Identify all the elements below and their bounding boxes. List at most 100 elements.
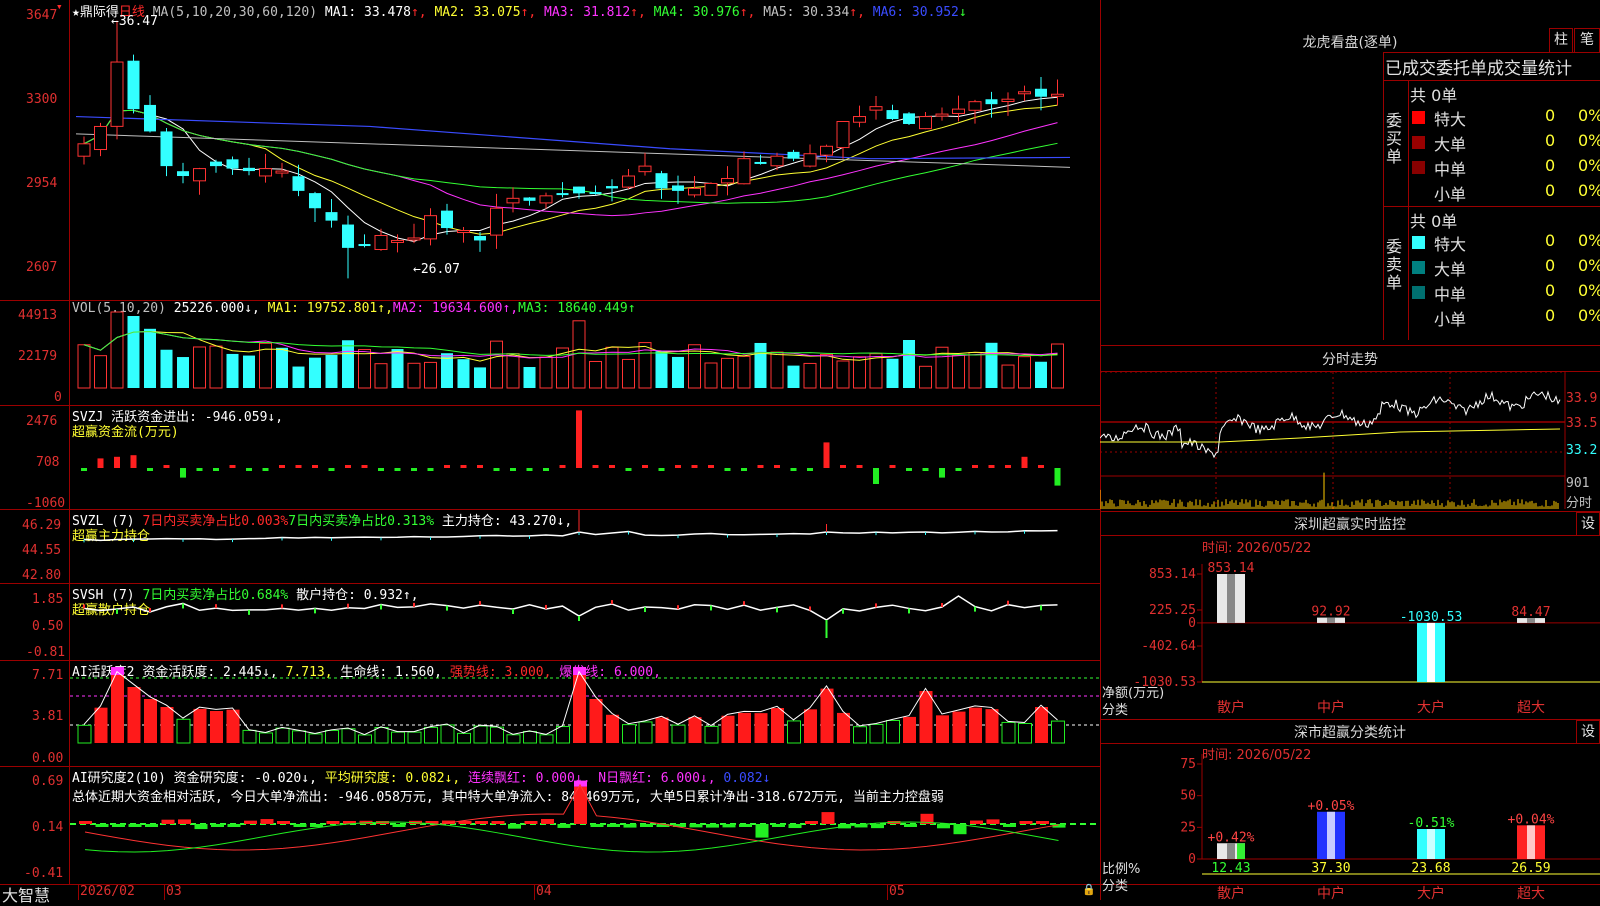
svzj-bar-down — [625, 468, 632, 471]
sz-monitor-chart[interactable]: 853.14225.250-402.64-1030.53853.14散户92.9… — [1100, 536, 1600, 718]
ai2-bar-down — [755, 824, 769, 838]
candle-up — [193, 168, 206, 182]
svzj-bar-down — [922, 468, 929, 471]
svzj-bar-down — [411, 468, 417, 471]
volume-bar-down — [457, 359, 470, 388]
lock-icon[interactable]: 🔒 — [1082, 883, 1096, 896]
ai1-chart[interactable]: ↓ — [70, 661, 1100, 766]
candle-up — [853, 116, 866, 123]
ai2-bar-down — [739, 824, 752, 827]
candle-down — [325, 212, 338, 221]
ai2-chart[interactable] — [70, 767, 1100, 884]
ai1-tick: 0.00 — [32, 751, 64, 766]
ai1-bar-cool — [176, 718, 191, 744]
candle-up — [704, 182, 718, 196]
ai1-bar-cool — [869, 723, 884, 744]
volume-bar-up — [209, 345, 223, 389]
ai2-bar-down — [112, 824, 125, 827]
volume-bar-down — [226, 353, 239, 388]
candle-up — [77, 143, 91, 157]
bar-mode-button[interactable]: 柱 — [1549, 28, 1573, 53]
candle-down — [127, 60, 140, 110]
sh-y-tick: 0 — [1188, 852, 1196, 867]
svzj-bar-down — [147, 468, 153, 471]
volume-chart[interactable] — [70, 301, 1100, 405]
sz-value-label: 84.47 — [1511, 605, 1550, 620]
ai2-bar-up — [491, 821, 505, 824]
volume-bar-up — [968, 352, 982, 389]
svzj-bar-up — [757, 465, 764, 468]
kline-chart[interactable] — [70, 0, 1100, 300]
tick-mode-button[interactable]: 笔 — [1574, 28, 1600, 53]
ai1-bar-cool — [259, 732, 273, 744]
volume-bar-up — [424, 361, 437, 389]
svzl-line — [83, 529, 1058, 542]
ai1-bar-hot — [985, 709, 999, 743]
candle-up — [275, 170, 289, 174]
svzj-bar-up — [97, 458, 104, 468]
ai1-arrow: ↓ — [790, 661, 798, 665]
buy-orders-label: 委买单 — [1386, 111, 1403, 166]
vol-tick: 44913 — [18, 308, 58, 323]
candle-up — [688, 187, 701, 196]
sh-y-tick: 25 — [1180, 820, 1196, 835]
low-price-label: ←26.07 — [413, 262, 460, 277]
volume-bar-up — [820, 353, 833, 389]
sh-settings-button[interactable]: 设 — [1576, 720, 1600, 744]
candle-up — [457, 230, 470, 234]
order-type-label: 小单 — [1434, 310, 1467, 329]
ma-line — [83, 104, 1058, 235]
candle-up — [94, 125, 107, 151]
candle-up — [622, 175, 635, 188]
candle-down — [903, 113, 915, 124]
ai2-bar-up — [277, 821, 290, 824]
svzj-chart[interactable] — [70, 406, 1100, 509]
svzj-bar-up — [708, 465, 714, 468]
ai1-bar-cool — [853, 726, 867, 744]
sz-value-label: 92.92 — [1311, 605, 1350, 620]
volume-bar-up — [853, 356, 866, 389]
sz-category-label: 大户 — [1417, 699, 1445, 716]
candle-up — [490, 207, 503, 236]
sz-y-tick: 0 — [1188, 616, 1196, 631]
volume-bar-down — [325, 354, 338, 388]
ai1-bar-hot — [771, 708, 784, 743]
order-type-label: 中单 — [1434, 160, 1467, 179]
svzj-bar-up — [229, 465, 236, 468]
ai1-tick: 7.71 — [32, 668, 64, 683]
candle-up — [968, 101, 982, 111]
svsh-chart[interactable] — [70, 584, 1100, 660]
sz-settings-button[interactable]: 设 — [1576, 512, 1600, 536]
intraday-chart[interactable] — [1100, 372, 1600, 509]
ai1-bar-cool — [506, 734, 521, 744]
ai1-bar-hot — [754, 713, 768, 743]
sh-value-label: 23.68 — [1411, 861, 1450, 876]
ai1-bar-cool — [490, 726, 504, 744]
svzl-chart[interactable] — [70, 510, 1100, 583]
svzl-tick: 44.55 — [22, 543, 62, 558]
volume-bar-up — [1018, 356, 1031, 389]
candle-up — [770, 155, 784, 167]
svzj-bar-down — [807, 468, 813, 471]
volume-bar-down — [160, 349, 173, 388]
sz-bar-highlight — [1427, 622, 1435, 682]
price-tick: 2954 — [26, 176, 58, 191]
ma-line — [83, 109, 1058, 204]
candle-up — [259, 168, 272, 177]
svzj-bar-up — [361, 465, 368, 468]
svzj-bar-down — [394, 468, 401, 471]
ai1-bar-hot — [804, 709, 817, 743]
order-percent: 0% — [1578, 106, 1600, 125]
svzj-bar-up — [675, 465, 681, 468]
sh-y-tick: 50 — [1180, 789, 1196, 804]
sh-stats-chart[interactable]: 75 50 25 0 +0.42% 12.43 散户 +0.05% 37.30 中户 -0.51% 2… — [1100, 744, 1600, 900]
ai1-bar-hot — [820, 688, 834, 743]
candle-down — [177, 171, 189, 177]
ai2-bar-up — [970, 820, 983, 824]
ai1-bar-cool — [787, 720, 801, 744]
order-color-icon — [1412, 136, 1425, 149]
volume-bar-up — [110, 311, 124, 389]
ai2-bar-down — [194, 824, 208, 830]
ai1-bar-cool — [1001, 721, 1016, 744]
order-percent: 0% — [1578, 256, 1600, 275]
